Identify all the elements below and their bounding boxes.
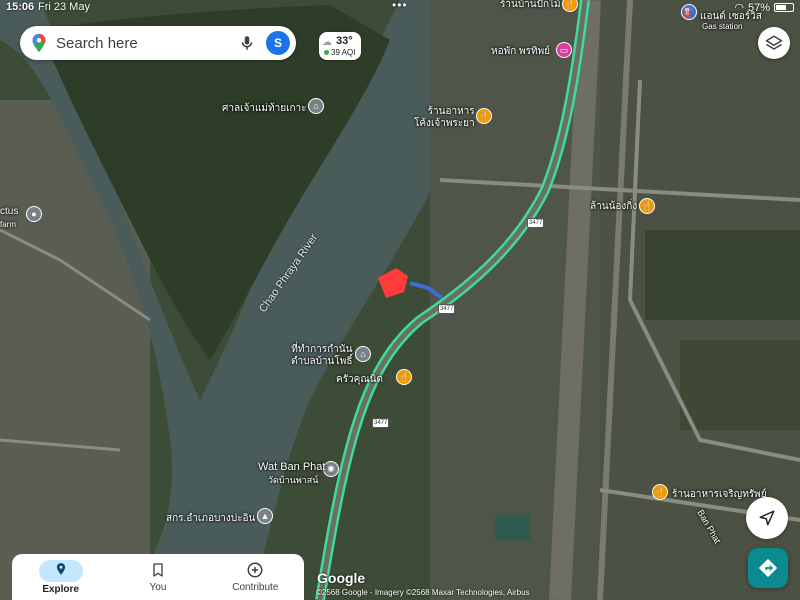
status-date: Fri 23 May (38, 1, 90, 13)
label-kitchen[interactable]: ครัวคุณนิด (336, 372, 383, 387)
attribution[interactable]: ©2568 Google - Imagery ©2568 Maxar Techn… (316, 588, 530, 597)
aqi-value: 39 AQI (331, 48, 356, 57)
search-input[interactable]: Search here (56, 35, 238, 52)
bottom-nav: Explore You Contribute (12, 554, 304, 600)
search-bar[interactable]: Search here S (20, 26, 296, 60)
route-shield: 3477 (372, 418, 390, 428)
directions-icon (758, 558, 778, 578)
layers-icon (765, 35, 783, 50)
nav-contribute-label: Contribute (232, 582, 279, 593)
label-wat-ban-phat-thai: วัดบ้านพาสน์ (268, 475, 319, 485)
satellite-map[interactable] (0, 0, 800, 600)
label-cooperative[interactable]: สกร.อำเภอบางปะอิน (166, 511, 255, 526)
battery-percent: 57% (747, 1, 770, 14)
bookmark-icon (153, 563, 163, 577)
label-dorm[interactable]: หอพัก พรทิพย์ (491, 44, 550, 59)
nav-you[interactable]: You (109, 554, 206, 600)
food-icon[interactable]: 🍴 (652, 484, 668, 500)
label-gas-station-type: Gas station (702, 22, 743, 31)
label-district-office[interactable]: ที่ทำการกำนัน ตำบลบ้านโพธิ์ (291, 344, 352, 368)
cactus-farm-icon[interactable]: ● (26, 206, 42, 222)
food-icon[interactable]: 🍴 (476, 108, 492, 124)
nav-explore-label: Explore (42, 583, 79, 595)
weather-aqi: 39 AQI (324, 48, 355, 57)
add-circle-icon (247, 562, 263, 578)
label-shrine[interactable]: ศาลเจ้าแม่ท้ายเกาะ (222, 101, 307, 116)
route-shield: 3477 (438, 304, 456, 314)
status-time: 15:06 (6, 1, 35, 13)
nav-contribute[interactable]: Contribute (207, 554, 304, 600)
label-restaurant-khongjaophraya[interactable]: ร้านอาหาร โค้งเจ้าพระยา (414, 106, 475, 130)
landmark-icon[interactable]: ⌂ (308, 98, 324, 114)
weather-temp: 33° (336, 35, 353, 47)
nav-explore[interactable]: Explore (12, 554, 109, 600)
avatar[interactable]: S (266, 31, 290, 55)
wifi-icon: ◠ (734, 2, 744, 14)
nav-you-label: You (149, 582, 167, 593)
label-restaurant-charoensap[interactable]: ร้านอาหารเจริญทรัพย์ (672, 487, 767, 502)
cloud-icon: ☁ (322, 37, 332, 48)
label-lan-nong-king[interactable]: ล้านน้องกิ่ง (590, 199, 637, 214)
nav-explore-pill (38, 559, 83, 582)
aqi-dot (324, 50, 329, 56)
status-bar: 15:06 Fri 23 May ••• ◠ 57% (0, 0, 800, 14)
my-location-button[interactable] (746, 497, 788, 539)
explore-pin-icon (56, 563, 65, 575)
multitasking-dots-icon[interactable]: ••• (392, 0, 408, 12)
food-icon[interactable]: 🍴 (396, 369, 412, 385)
food-icon[interactable]: 🍴 (639, 198, 655, 214)
mic-icon[interactable] (238, 34, 256, 52)
landmark-icon[interactable]: ⌂ (355, 346, 371, 362)
locate-arrow-icon (759, 510, 775, 526)
layers-button[interactable] (758, 27, 790, 59)
status-right: ◠ 57% (734, 1, 794, 14)
google-maps-pin-icon (32, 33, 46, 53)
battery-icon (774, 3, 794, 12)
route-shield: 3477 (527, 218, 545, 228)
weather-chip[interactable]: ☁ 33° 39 AQI (319, 32, 361, 60)
label-cactus-farm[interactable]: ctus (0, 206, 18, 217)
label-cactus-farm-sub: farm (0, 220, 16, 229)
label-wat-ban-phat[interactable]: Wat Ban Phat (258, 461, 325, 473)
school-icon[interactable]: ▲ (257, 508, 273, 524)
google-logo: Google (317, 570, 366, 586)
directions-button[interactable] (748, 548, 788, 588)
bed-icon[interactable]: ▭ (556, 42, 572, 58)
